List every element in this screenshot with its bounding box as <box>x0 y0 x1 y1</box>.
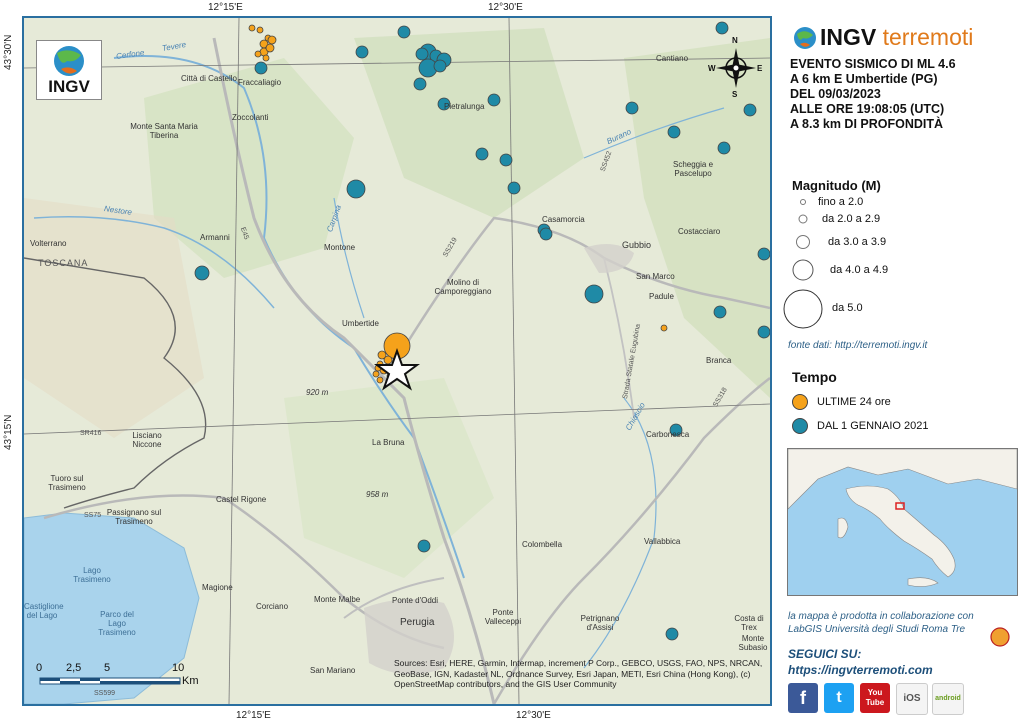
time-item-24h: ULTIME 24 ore <box>817 396 891 408</box>
seismic-map[interactable]: 12°15'E Città di Castello Fraccaliagio Z… <box>22 16 772 706</box>
labgis-logo-icon <box>990 627 1010 647</box>
coord-left-43-30: 43°30'N <box>3 34 14 70</box>
scale-tick-10: 10 <box>172 662 185 674</box>
coord-top-12-15: 12°15'E <box>208 2 243 13</box>
coord-left-43-15: 43°15'N <box>3 414 14 450</box>
time-legend-symbols <box>792 394 808 434</box>
scale-tick-2-5: 2,5 <box>66 662 82 674</box>
scale-unit: Km <box>182 675 199 687</box>
collaboration-note: la mappa è prodotta in collaborazione co… <box>788 611 974 635</box>
magnitude-item-1: fino a 2.0 <box>818 196 864 208</box>
event-title-line-5: A 8.3 km DI PROFONDITÀ <box>790 117 944 131</box>
data-source-note[interactable]: fonte dati: http://terremoti.ingv.it <box>788 340 927 351</box>
italy-outline <box>788 449 1017 587</box>
android-icon[interactable]: android <box>932 683 964 715</box>
time-item-2021: DAL 1 GENNAIO 2021 <box>817 420 929 432</box>
italy-inset-map <box>787 448 1018 596</box>
brand-ingv: INGV <box>820 24 877 50</box>
scale-labels: 0 2,5 5 10 Km <box>24 18 770 704</box>
magnitude-item-5: da 5.0 <box>832 302 863 314</box>
magnitude-item-3: da 3.0 a 3.9 <box>828 236 887 248</box>
coord-bottom-12-15: 12°15'E <box>236 710 271 721</box>
map-attribution: Sources: Esri, HERE, Garmin, Intermap, i… <box>394 658 763 689</box>
magnitude-legend-title: Magnitudo (M) <box>792 178 881 193</box>
brand-logo <box>793 26 817 55</box>
coord-top-12-30: 12°30'E <box>488 2 523 13</box>
event-title: EVENTO SISMICO DI ML 4.6 A 6 km E Umbert… <box>790 57 956 132</box>
time-legend-title: Tempo <box>792 369 837 385</box>
event-title-line-3: DEL 09/03/2023 <box>790 87 881 101</box>
follow-section: SEGUICI SU: https://ingvterremoti.com <box>788 646 933 678</box>
brand-title: INGV terremoti <box>820 24 973 51</box>
facebook-icon[interactable]: f <box>788 683 818 713</box>
magnitude-item-4: da 4.0 a 4.9 <box>830 264 889 276</box>
scale-tick-0: 0 <box>36 662 43 674</box>
coord-bottom-12-30: 12°30'E <box>516 710 551 721</box>
brand-terremoti: terremoti <box>882 24 974 50</box>
scale-tick-5: 5 <box>104 662 111 674</box>
event-title-line-1: EVENTO SISMICO DI ML 4.6 <box>790 57 956 71</box>
event-title-line-4: ALLE ORE 19:08:05 (UTC) <box>790 102 945 116</box>
event-title-line-2: A 6 km E Umbertide (PG) <box>790 72 938 86</box>
ios-icon[interactable]: iOS <box>896 683 928 715</box>
follow-url[interactable]: https://ingvterremoti.com <box>788 662 933 678</box>
magnitude-item-2: da 2.0 a 2.9 <box>822 213 881 225</box>
twitter-icon[interactable]: t <box>824 683 854 713</box>
follow-title: SEGUICI SU: <box>788 647 862 661</box>
brand-globe-icon <box>794 27 816 49</box>
youtube-icon[interactable]: You Tube <box>860 683 890 713</box>
